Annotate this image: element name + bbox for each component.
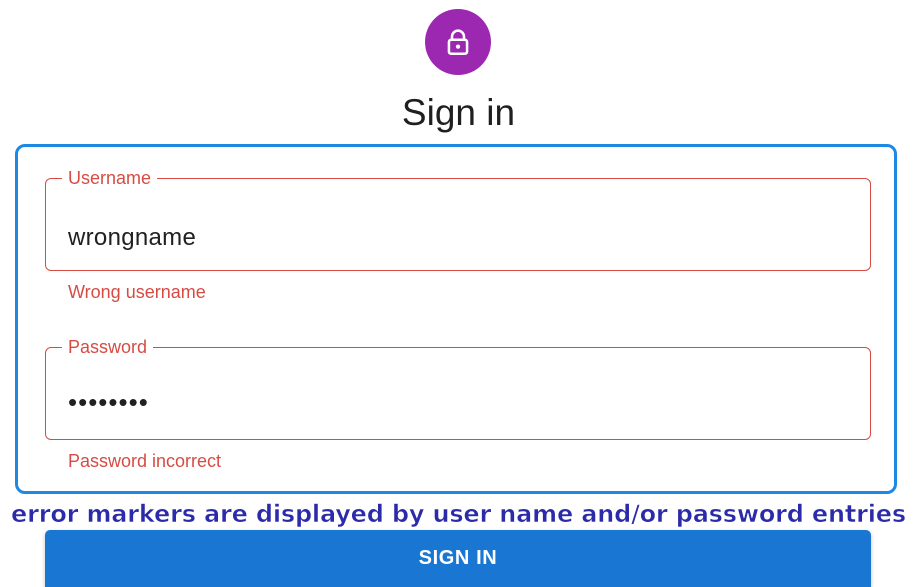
avatar — [425, 9, 491, 75]
username-field[interactable]: Username wrongname — [45, 168, 871, 271]
username-value[interactable]: wrongname — [68, 224, 196, 252]
sign-in-button[interactable]: SIGN IN — [45, 530, 871, 587]
password-label: Password — [68, 337, 148, 357]
page-title: Sign in — [401, 92, 516, 133]
annotation-caption: error markers are displayed by user name… — [11, 500, 907, 529]
password-field[interactable]: Password •••••••• — [45, 337, 871, 440]
password-value[interactable]: •••••••• — [68, 387, 149, 418]
password-error-text: Password incorrect — [68, 451, 222, 471]
username-error-text: Wrong username — [68, 282, 206, 302]
username-label: Username — [68, 168, 152, 188]
sign-in-page: Sign in Username wrongname Wrong usernam… — [0, 0, 917, 587]
lock-icon — [442, 26, 474, 58]
